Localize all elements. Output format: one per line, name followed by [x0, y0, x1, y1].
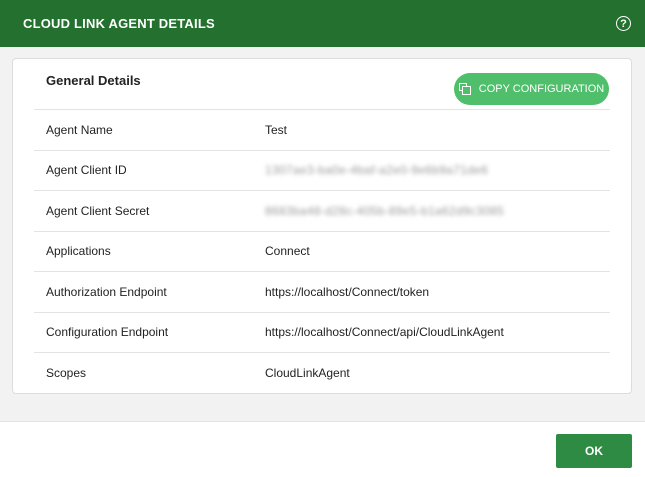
help-icon[interactable]: ?	[616, 16, 631, 31]
details-row: Applications Connect	[34, 230, 610, 272]
copy-configuration-label: COPY CONFIGURATION	[478, 83, 605, 95]
copy-icon	[458, 83, 471, 95]
ok-button[interactable]: OK	[556, 434, 632, 468]
row-value: https://localhost/Connect/token	[265, 284, 430, 299]
row-label: Scopes	[46, 365, 87, 380]
general-details-card: General Details COPY CONFIGURATION Agent…	[12, 58, 632, 394]
row-value: Test	[265, 122, 288, 137]
card-title: General Details	[46, 73, 141, 88]
row-label: Agent Client Secret	[46, 203, 150, 218]
cloud-link-agent-details-dialog: CLOUD LINK AGENT DETAILS ? General Detai…	[0, 0, 645, 477]
dialog-header: CLOUD LINK AGENT DETAILS ?	[0, 0, 645, 47]
row-label: Configuration Endpoint	[46, 325, 169, 340]
details-row: Agent Name Test	[34, 109, 610, 150]
details-row: Agent Client Secret 8683ba48-d28c-405b-8…	[34, 190, 610, 231]
row-value: 8683ba48-d28c-405b-89e5-b1a62d9c3085	[265, 203, 504, 218]
details-row: Scopes CloudLinkAgent	[34, 352, 610, 393]
dialog-footer: OK	[0, 421, 645, 477]
details-row: Authorization Endpoint https://localhost…	[34, 271, 610, 312]
row-label: Agent Name	[46, 122, 113, 137]
details-row: Configuration Endpoint https://localhost…	[34, 311, 610, 353]
row-label: Applications	[46, 244, 111, 259]
dialog-title: CLOUD LINK AGENT DETAILS	[23, 16, 215, 31]
details-table: Agent Name Test Agent Client ID 1307ae3-…	[34, 109, 610, 393]
row-label: Agent Client ID	[46, 163, 127, 178]
row-value: Connect	[265, 244, 310, 259]
details-row: Agent Client ID 1307ae3-ba0e-4baf-a2e0-9…	[34, 149, 610, 191]
row-value: CloudLinkAgent	[265, 365, 350, 380]
copy-configuration-button[interactable]: COPY CONFIGURATION	[454, 73, 609, 105]
row-value: https://localhost/Connect/api/CloudLinkA…	[265, 325, 504, 340]
row-label: Authorization Endpoint	[46, 284, 167, 299]
row-value: 1307ae3-ba0e-4baf-a2e0-9e6b9a71de6	[265, 163, 489, 178]
